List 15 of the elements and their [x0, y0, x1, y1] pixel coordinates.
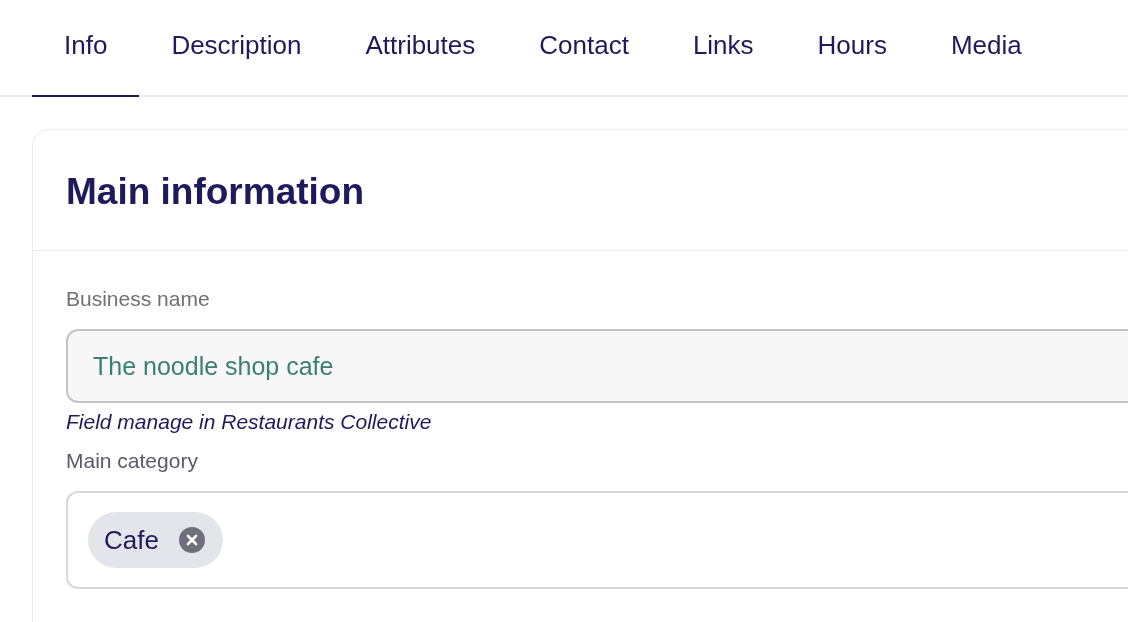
tab[interactable]: Description: [139, 0, 334, 97]
field-label: Business name: [66, 287, 211, 311]
tab[interactable]: Contact: [507, 0, 661, 97]
tab[interactable]: Media: [918, 0, 1054, 97]
tab[interactable]: Hours: [785, 0, 919, 97]
help-text: Field manage in Restaurants Collective: [66, 409, 433, 435]
card-title: Main information: [66, 170, 366, 214]
remove-icon[interactable]: [178, 527, 205, 553]
tab[interactable]: Links: [660, 0, 786, 97]
tag-label: Cafe: [104, 523, 159, 557]
select-field[interactable]: Cafe: [66, 491, 1128, 589]
tab[interactable]: Info: [32, 0, 140, 97]
input-field[interactable]: The noodle shop cafe: [66, 329, 1128, 403]
tab[interactable]: Attributes: [333, 0, 508, 97]
field-label: Main category: [66, 449, 199, 473]
